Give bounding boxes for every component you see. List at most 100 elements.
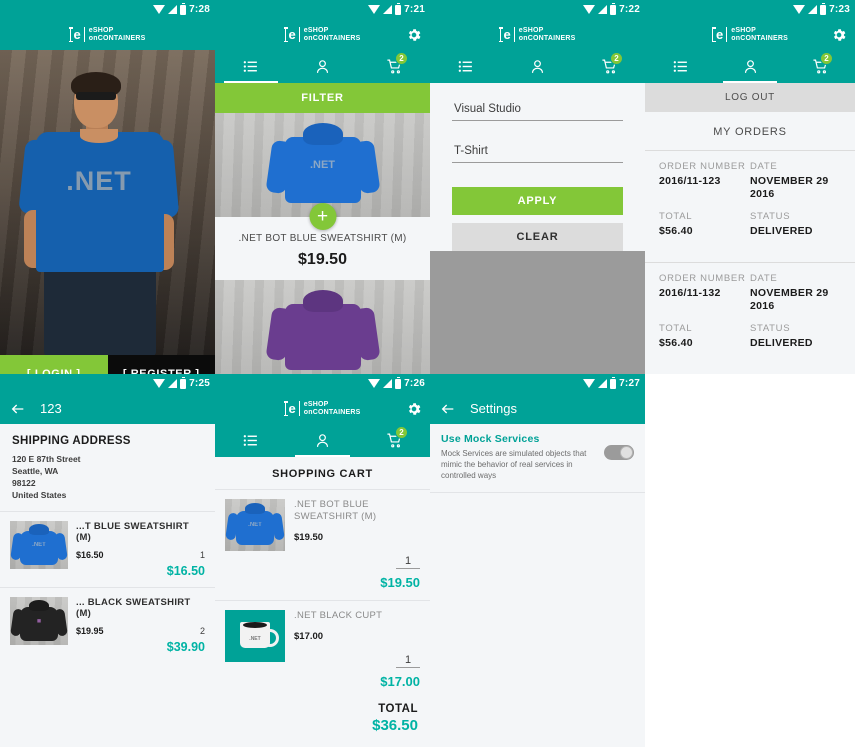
hoodie-hood bbox=[302, 123, 343, 145]
tab-cart[interactable]: 2 bbox=[573, 50, 645, 83]
tab-bar: 2 bbox=[645, 50, 855, 83]
tab-catalog[interactable] bbox=[215, 424, 287, 457]
battery-icon bbox=[395, 376, 402, 389]
shipping-heading: SHIPPING ADDRESS bbox=[12, 435, 131, 447]
tab-cart[interactable]: 2 bbox=[358, 424, 430, 457]
page-title: 123 bbox=[40, 401, 62, 416]
gear-icon[interactable] bbox=[406, 27, 422, 43]
shipping-address-block: SHIPPING ADDRESS 120 E 87th Street Seatt… bbox=[0, 424, 215, 511]
order-bottom-row: TOTAL $56.40 STATUS DELIVERED bbox=[659, 211, 841, 238]
hoodie-body bbox=[284, 304, 361, 370]
logo-line2: onCONTAINERS bbox=[303, 408, 361, 416]
panel-empty bbox=[645, 374, 855, 747]
signal-icon bbox=[383, 379, 393, 388]
order-status-label: STATUS bbox=[750, 211, 791, 222]
toggle-knob bbox=[620, 446, 633, 459]
login-button[interactable]: [ LOGIN ] bbox=[0, 355, 108, 374]
quantity-stepper[interactable]: 1 bbox=[396, 654, 420, 668]
back-arrow-icon[interactable] bbox=[10, 401, 26, 417]
order-top-row: ORDER NUMBER 2016/11-132 DATE NOVEMBER 2… bbox=[659, 273, 841, 313]
brand-filter-select[interactable]: Visual Studio bbox=[452, 103, 623, 121]
spacer bbox=[215, 734, 430, 747]
hoodie-logo-text: .NET bbox=[248, 522, 262, 528]
hoodie-logo-text: ■ bbox=[36, 618, 42, 625]
order-status-cell: STATUS DELIVERED bbox=[750, 211, 841, 238]
clear-button[interactable]: CLEAR bbox=[452, 223, 623, 251]
logo-line1: eSHOP bbox=[303, 26, 329, 34]
tab-profile[interactable] bbox=[287, 50, 359, 83]
item-name: ...T BLUE SWEATSHIRT (M) bbox=[76, 521, 189, 543]
product-image-next[interactable] bbox=[215, 280, 430, 374]
register-button[interactable]: [ REGISTER ] bbox=[107, 355, 215, 374]
logout-button[interactable]: LOG OUT bbox=[645, 83, 855, 112]
tab-catalog[interactable] bbox=[215, 50, 287, 83]
order-row[interactable]: ORDER NUMBER 2016/11-123 DATE NOVEMBER 2… bbox=[645, 150, 855, 262]
hoodie-body bbox=[236, 511, 274, 545]
item-name: ... BLACK SWEATSHIRT (M) bbox=[76, 597, 191, 619]
tab-catalog[interactable] bbox=[645, 50, 715, 83]
list-item[interactable]: .NET .NET BOT BLUE SWEATSHIRT (M) $19.50… bbox=[215, 489, 430, 600]
signal-icon bbox=[168, 379, 178, 388]
item-price: $16.50 bbox=[76, 550, 104, 560]
tab-cart[interactable]: 2 bbox=[358, 50, 430, 83]
order-date-label: DATE bbox=[750, 273, 778, 284]
list-item[interactable]: .NET .NET BLACK CUPT $17.00 1 $17.00 bbox=[215, 600, 430, 699]
hoodie-logo-text: .NET bbox=[309, 159, 336, 171]
orders-section-title: MY ORDERS bbox=[645, 112, 855, 150]
tab-cart[interactable]: 2 bbox=[785, 50, 855, 83]
app-logo: e eSHOP onCONTAINERS bbox=[499, 27, 576, 43]
order-date-label: DATE bbox=[750, 161, 778, 172]
order-number-cell: ORDER NUMBER 2016/11-123 bbox=[659, 161, 750, 201]
app-logo: e eSHOP onCONTAINERS bbox=[284, 401, 361, 417]
table-row[interactable]: ORDER NUMBER 2016/11-132 DATE NOVEMBER 2… bbox=[645, 262, 855, 374]
app-bar: e eSHOP onCONTAINERS bbox=[215, 393, 430, 424]
hero-shirt-text: .NET bbox=[66, 166, 132, 196]
filter-button[interactable]: FILTER bbox=[215, 83, 430, 113]
tab-profile[interactable] bbox=[502, 50, 574, 83]
tab-profile[interactable] bbox=[287, 424, 359, 457]
battery-icon bbox=[610, 2, 617, 15]
logo-mark: e bbox=[284, 27, 300, 42]
item-total: $39.90 bbox=[166, 640, 205, 654]
order-total-label: TOTAL bbox=[659, 211, 693, 222]
quantity-stepper[interactable]: 1 bbox=[396, 555, 420, 569]
signal-icon bbox=[383, 5, 393, 14]
app-bar: e eSHOP onCONTAINERS bbox=[215, 19, 430, 50]
mock-services-toggle[interactable] bbox=[604, 445, 634, 460]
list-item[interactable]: .NET ...T BLUE SWEATSHIRT (M) $16.50 1 $… bbox=[0, 511, 215, 587]
logo-text: eSHOP onCONTAINERS bbox=[304, 27, 361, 43]
tab-bar: 2 bbox=[215, 424, 430, 457]
logo-mark: e bbox=[711, 27, 728, 42]
cart-badge: 2 bbox=[395, 426, 409, 439]
gear-icon[interactable] bbox=[831, 27, 847, 43]
list-item[interactable]: ■ ... BLACK SWEATSHIRT (M) $19.95 2 $39.… bbox=[0, 587, 215, 663]
signal-icon bbox=[598, 5, 608, 14]
order-date-value: NOVEMBER 29 2016 bbox=[750, 287, 829, 312]
add-to-cart-button[interactable]: + bbox=[309, 203, 336, 230]
quantity-stepper-wrap: 1 bbox=[294, 551, 420, 569]
battery-icon bbox=[180, 376, 187, 389]
logo-text: eSHOP onCONTAINERS bbox=[731, 27, 788, 43]
cart-badge: 2 bbox=[395, 52, 409, 65]
status-time: 7:22 bbox=[619, 4, 640, 15]
gear-icon[interactable] bbox=[406, 401, 422, 417]
address-city: Seattle, WA bbox=[12, 466, 59, 476]
product-image[interactable]: .NET + bbox=[215, 113, 430, 230]
panel-order-detail: 7:25 123 SHIPPING ADDRESS 120 E 87th Str… bbox=[0, 374, 215, 747]
item-total: $17.00 bbox=[380, 674, 420, 689]
back-arrow-icon[interactable] bbox=[440, 401, 456, 417]
item-thumbnail: .NET bbox=[225, 499, 285, 551]
cart-badge: 2 bbox=[820, 52, 833, 65]
tab-catalog[interactable] bbox=[430, 50, 502, 83]
apply-button[interactable]: APPLY bbox=[452, 187, 623, 215]
order-date-cell: DATE NOVEMBER 29 2016 bbox=[750, 161, 841, 201]
type-filter-select[interactable]: T-Shirt bbox=[452, 145, 623, 163]
hoodie-body bbox=[20, 531, 58, 565]
hoodie-hood bbox=[245, 503, 265, 514]
setting-text: Use Mock Services Mock Services are simu… bbox=[441, 433, 596, 481]
item-total: $16.50 bbox=[166, 564, 205, 578]
item-quantity: 1 bbox=[199, 550, 205, 560]
hero-jeans bbox=[44, 266, 156, 355]
tab-profile[interactable] bbox=[715, 50, 785, 83]
setting-mock-services[interactable]: Use Mock Services Mock Services are simu… bbox=[430, 424, 645, 493]
